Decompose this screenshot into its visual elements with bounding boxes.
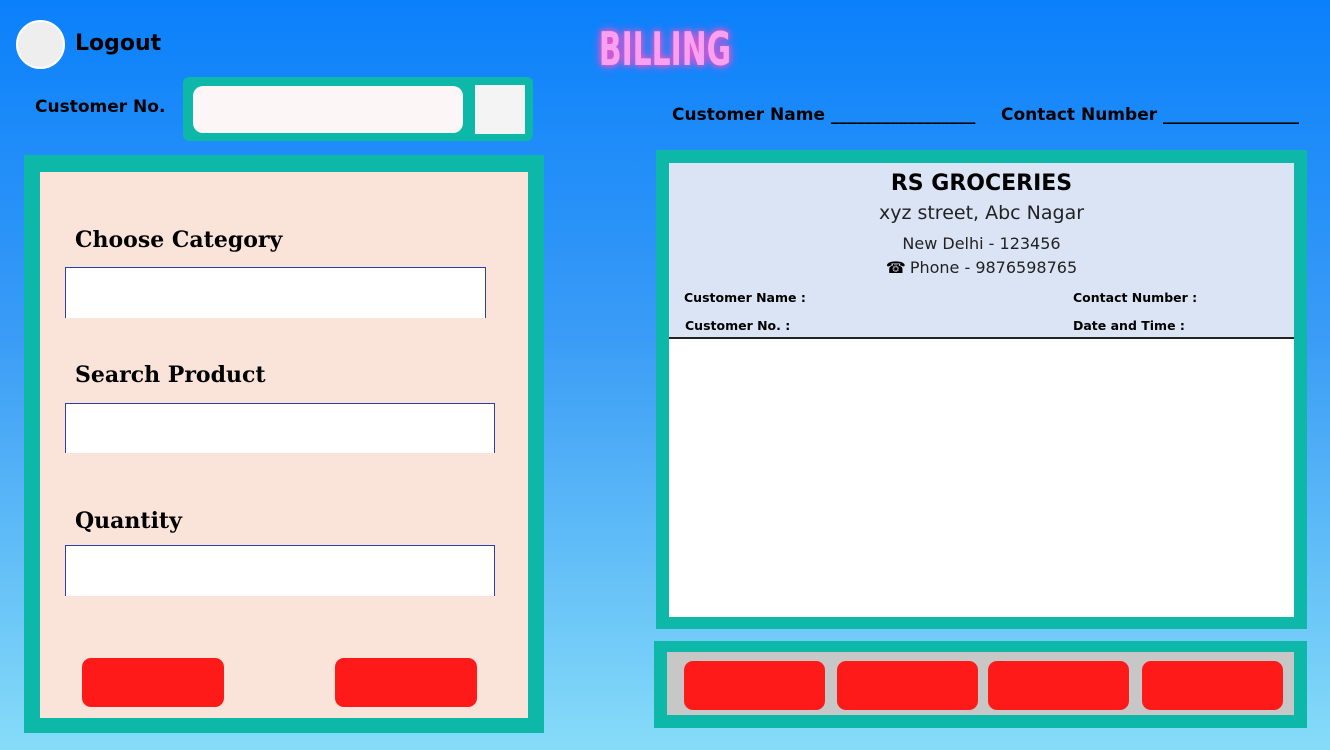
action-button-2[interactable] — [837, 661, 978, 710]
bill-customer-no-label: Customer No. : — [685, 318, 791, 333]
shop-name: RS GROCERIES — [890, 171, 1073, 196]
category-input[interactable] — [65, 267, 486, 318]
customer-name-field: Customer Name _________________ — [672, 105, 976, 125]
shop-city: New Delhi - 123456 — [902, 234, 1061, 253]
logout-button[interactable]: Logout — [75, 31, 161, 56]
remove-product-button[interactable] — [335, 658, 477, 707]
customer-no-input[interactable] — [193, 86, 463, 133]
phone-icon: ☎ — [885, 258, 906, 277]
action-button-4[interactable] — [1142, 661, 1283, 710]
customer-no-label: Customer No. — [35, 97, 166, 117]
action-button-1[interactable] — [684, 661, 825, 710]
quantity-label: Quantity — [75, 508, 182, 534]
customer-search-button[interactable] — [475, 85, 525, 134]
shop-phone-row: ☎ Phone - 9876598765 — [669, 258, 1294, 277]
category-label: Choose Category — [75, 227, 283, 253]
bill-date-time-label: Date and Time : — [1073, 318, 1185, 333]
bill-contact-number-label: Contact Number : — [1073, 290, 1198, 305]
avatar[interactable] — [16, 20, 65, 69]
search-product-input[interactable] — [65, 403, 495, 453]
shop-phone: Phone - 9876598765 — [909, 258, 1078, 277]
add-product-button[interactable] — [82, 658, 224, 707]
search-product-label: Search Product — [75, 362, 266, 388]
quantity-input[interactable] — [65, 545, 495, 596]
page-title: BILLING — [598, 22, 732, 76]
shop-street: xyz street, Abc Nagar — [878, 202, 1085, 224]
contact-number-field: Contact Number ________________ — [1001, 105, 1300, 125]
action-button-3[interactable] — [988, 661, 1129, 710]
bill-customer-name-label: Customer Name : — [684, 290, 806, 305]
